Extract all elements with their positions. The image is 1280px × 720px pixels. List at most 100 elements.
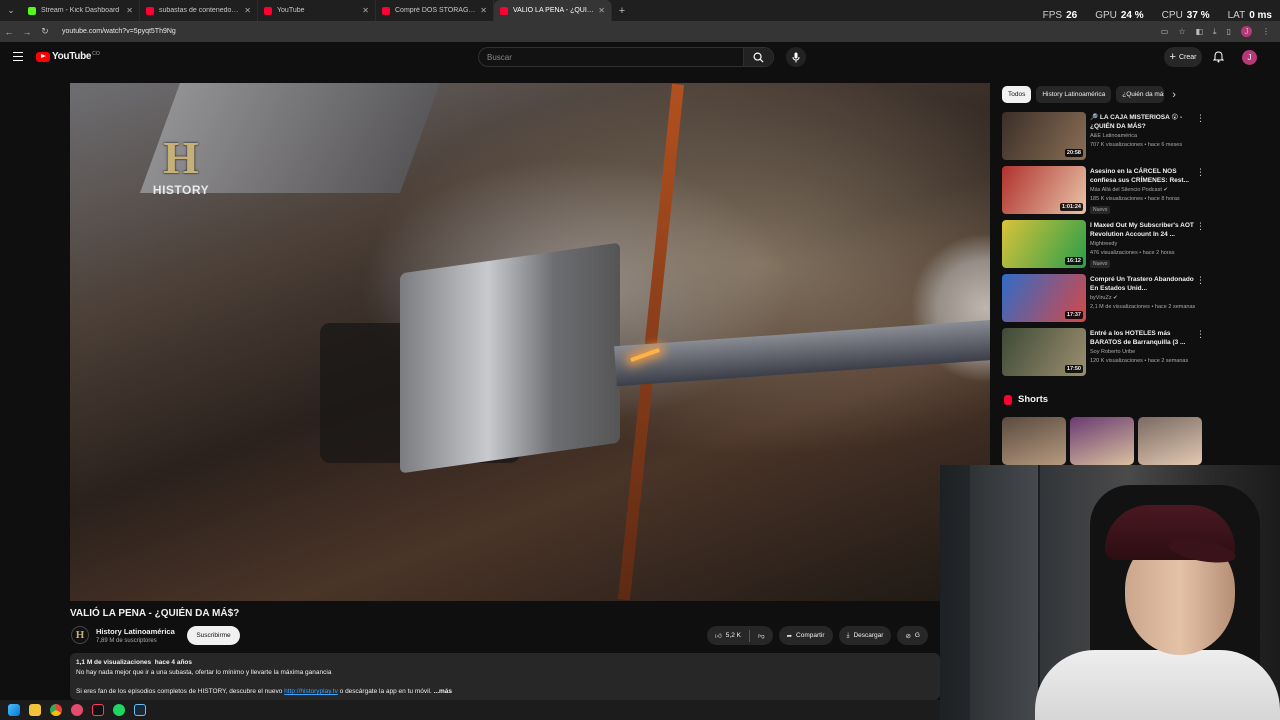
download-button[interactable]: ⤓ Descargar: [838, 626, 892, 645]
create-button[interactable]: + Crear: [1164, 47, 1202, 67]
recommended-video[interactable]: 20:58 🔎 LA CAJA MISTERIOSA 😮 - ¿QUIÉN DA …: [1002, 112, 1205, 166]
recommended-video[interactable]: 1:01:24 Asesino en la CÁRCEL NOS confiesa…: [1002, 166, 1205, 220]
chevron-right-icon[interactable]: ›: [1172, 89, 1176, 101]
downloads-icon[interactable]: ⤓: [1213, 27, 1217, 37]
more-options-icon[interactable]: ⋮: [1196, 167, 1205, 178]
historyplay-link[interactable]: http://historyplay.tv: [284, 688, 338, 695]
steam-icon[interactable]: [134, 704, 146, 716]
tab-label: YouTube: [277, 7, 305, 14]
clip-button[interactable]: ⊘ G: [897, 626, 928, 645]
recommended-title[interactable]: I Maxed Out My Subscriber's AOT Revoluti…: [1090, 221, 1194, 239]
app-icon[interactable]: [71, 704, 83, 716]
video-thumbnail[interactable]: 17:50: [1002, 328, 1086, 376]
browser-tab-2[interactable]: subastas de contenedores - Yo✕: [140, 0, 258, 21]
video-duration: 1:01:24: [1060, 203, 1083, 211]
more-options-icon[interactable]: ⋮: [1196, 329, 1205, 340]
search-button[interactable]: [743, 48, 773, 66]
extensions-icon[interactable]: ◧: [1195, 27, 1203, 36]
video-thumbnail[interactable]: 1:01:24: [1002, 166, 1086, 214]
windows-start-icon[interactable]: [8, 704, 20, 716]
cpu-label: CPU: [1161, 10, 1183, 21]
share-button[interactable]: ➦ Compartir: [778, 626, 833, 645]
voice-search-button[interactable]: [786, 47, 806, 67]
recommended-title[interactable]: Asesino en la CÁRCEL NOS confiesa sus CR…: [1090, 167, 1194, 185]
youtube-wordmark: YouTube: [52, 51, 92, 62]
tiktok-icon[interactable]: [92, 704, 104, 716]
tab-search-icon[interactable]: ⌄: [0, 0, 22, 21]
download-label: Descargar: [853, 632, 884, 639]
tab-close-icon[interactable]: ✕: [126, 6, 133, 15]
browser-tab-active[interactable]: VALIÓ LA PENA - ¿QUIÉN DA M✕: [494, 0, 612, 21]
spotify-icon[interactable]: [113, 704, 125, 716]
bookmark-star-icon[interactable]: ☆: [1178, 27, 1185, 36]
search-input[interactable]: Buscar: [479, 53, 743, 62]
gpu-label: GPU: [1095, 10, 1117, 21]
recommended-channel[interactable]: Mightreedy: [1090, 241, 1117, 247]
show-more-link[interactable]: ...más: [434, 688, 452, 695]
tab-label: Stream - Kick Dashboard: [41, 7, 120, 14]
more-options-icon[interactable]: ⋮: [1196, 275, 1205, 286]
youtube-logo[interactable]: YouTube CO: [36, 51, 100, 62]
browser-menu-icon[interactable]: ⋮: [1262, 27, 1270, 36]
description-text: Si eres fan de los episodios completos d…: [76, 688, 285, 695]
bell-icon: [1212, 51, 1225, 63]
new-tab-button[interactable]: +: [612, 5, 632, 17]
channel-avatar[interactable]: H: [71, 626, 89, 644]
reload-icon[interactable]: ↻: [36, 26, 54, 37]
recommended-channel[interactable]: A&E Latinoamérica: [1090, 133, 1137, 139]
chrome-icon[interactable]: [50, 704, 62, 716]
video-duration: 17:37: [1064, 311, 1083, 319]
video-thumbnail[interactable]: 17:37: [1002, 274, 1086, 322]
tab-close-icon[interactable]: ✕: [480, 6, 487, 15]
back-icon[interactable]: ←: [0, 27, 18, 37]
more-options-icon[interactable]: ⋮: [1196, 221, 1205, 232]
performance-overlay: FPS 26 GPU 24 % CPU 37 % LAT 0 ms: [1043, 10, 1272, 21]
youtube-favicon-icon: [382, 6, 390, 15]
more-options-icon[interactable]: ⋮: [1196, 113, 1205, 124]
tab-close-icon[interactable]: ✕: [362, 6, 369, 15]
like-button[interactable]: 👍︎ 5,2 K: [707, 626, 749, 645]
recommended-title[interactable]: 🔎 LA CAJA MISTERIOSA 😮 - ¿QUIÉN DA MÁS?: [1090, 113, 1194, 131]
notifications-button[interactable]: [1212, 50, 1225, 68]
chip-all[interactable]: Todos: [1002, 86, 1032, 103]
kick-favicon-icon: [28, 6, 36, 15]
recommended-video[interactable]: 17:50 Entré a los HOTELES más BARATOS de …: [1002, 328, 1205, 382]
recommended-channel[interactable]: byViruZz ✔: [1090, 295, 1118, 301]
chip-history-latinoamerica[interactable]: History Latinoamérica: [1036, 86, 1112, 103]
dislike-button[interactable]: 👎︎: [750, 626, 773, 645]
webcam-background-door: [970, 465, 1040, 720]
tab-label: VALIÓ LA PENA - ¿QUIÉN DA M: [513, 7, 595, 14]
video-thumbnail[interactable]: 16:12: [1002, 220, 1086, 268]
search-box[interactable]: Buscar: [478, 47, 774, 67]
file-explorer-icon[interactable]: [29, 704, 41, 716]
description-box[interactable]: 1,1 M de visualizaciones hace 4 años No …: [70, 653, 940, 700]
tab-close-icon[interactable]: ✕: [598, 6, 605, 15]
recommended-meta: 2,1 M de visualizaciones • hace 2 semana…: [1090, 304, 1196, 310]
short-thumbnail[interactable]: [1070, 417, 1134, 465]
url-field[interactable]: youtube.com/watch?v=5pyqt5Th9Ng: [62, 28, 1161, 35]
recommended-channel[interactable]: Soy Roberto Uribe: [1090, 349, 1135, 355]
browser-tab-1[interactable]: Stream - Kick Dashboard ✕: [22, 0, 140, 21]
recommended-video[interactable]: 16:12 I Maxed Out My Subscriber's AOT Rev…: [1002, 220, 1205, 274]
recommended-channel[interactable]: Más Allá del Silencio Podcast ✔: [1090, 187, 1168, 193]
cast-icon[interactable]: ▭: [1161, 27, 1169, 36]
subscribe-button[interactable]: Suscribirme: [187, 626, 240, 645]
recommended-title[interactable]: Entré a los HOTELES más BARATOS de Barra…: [1090, 329, 1194, 347]
chip-quien-da-mas[interactable]: ¿Quién da más: [1116, 86, 1165, 103]
short-thumbnail[interactable]: [1002, 417, 1066, 465]
channel-name[interactable]: History Latinoamérica: [96, 627, 175, 636]
menu-hamburger-icon[interactable]: [13, 52, 23, 61]
short-thumbnail[interactable]: [1138, 417, 1202, 465]
browser-tab-3[interactable]: YouTube ✕: [258, 0, 376, 21]
recommended-video[interactable]: 17:37 Compré Un Trastero Abandonado En Es…: [1002, 274, 1205, 328]
video-player[interactable]: H HISTORY: [70, 83, 990, 601]
fps-label: FPS: [1042, 10, 1063, 21]
account-avatar[interactable]: J: [1242, 50, 1257, 65]
browser-tab-4[interactable]: Compré DOS STORAGES: uno d✕: [376, 0, 494, 21]
sidepanel-icon[interactable]: ▯: [1227, 27, 1231, 36]
tab-close-icon[interactable]: ✕: [244, 6, 251, 15]
forward-icon[interactable]: →: [18, 27, 36, 37]
recommended-title[interactable]: Compré Un Trastero Abandonado En Estados…: [1090, 275, 1194, 293]
video-thumbnail[interactable]: 20:58: [1002, 112, 1086, 160]
browser-profile-avatar[interactable]: J: [1241, 26, 1252, 37]
